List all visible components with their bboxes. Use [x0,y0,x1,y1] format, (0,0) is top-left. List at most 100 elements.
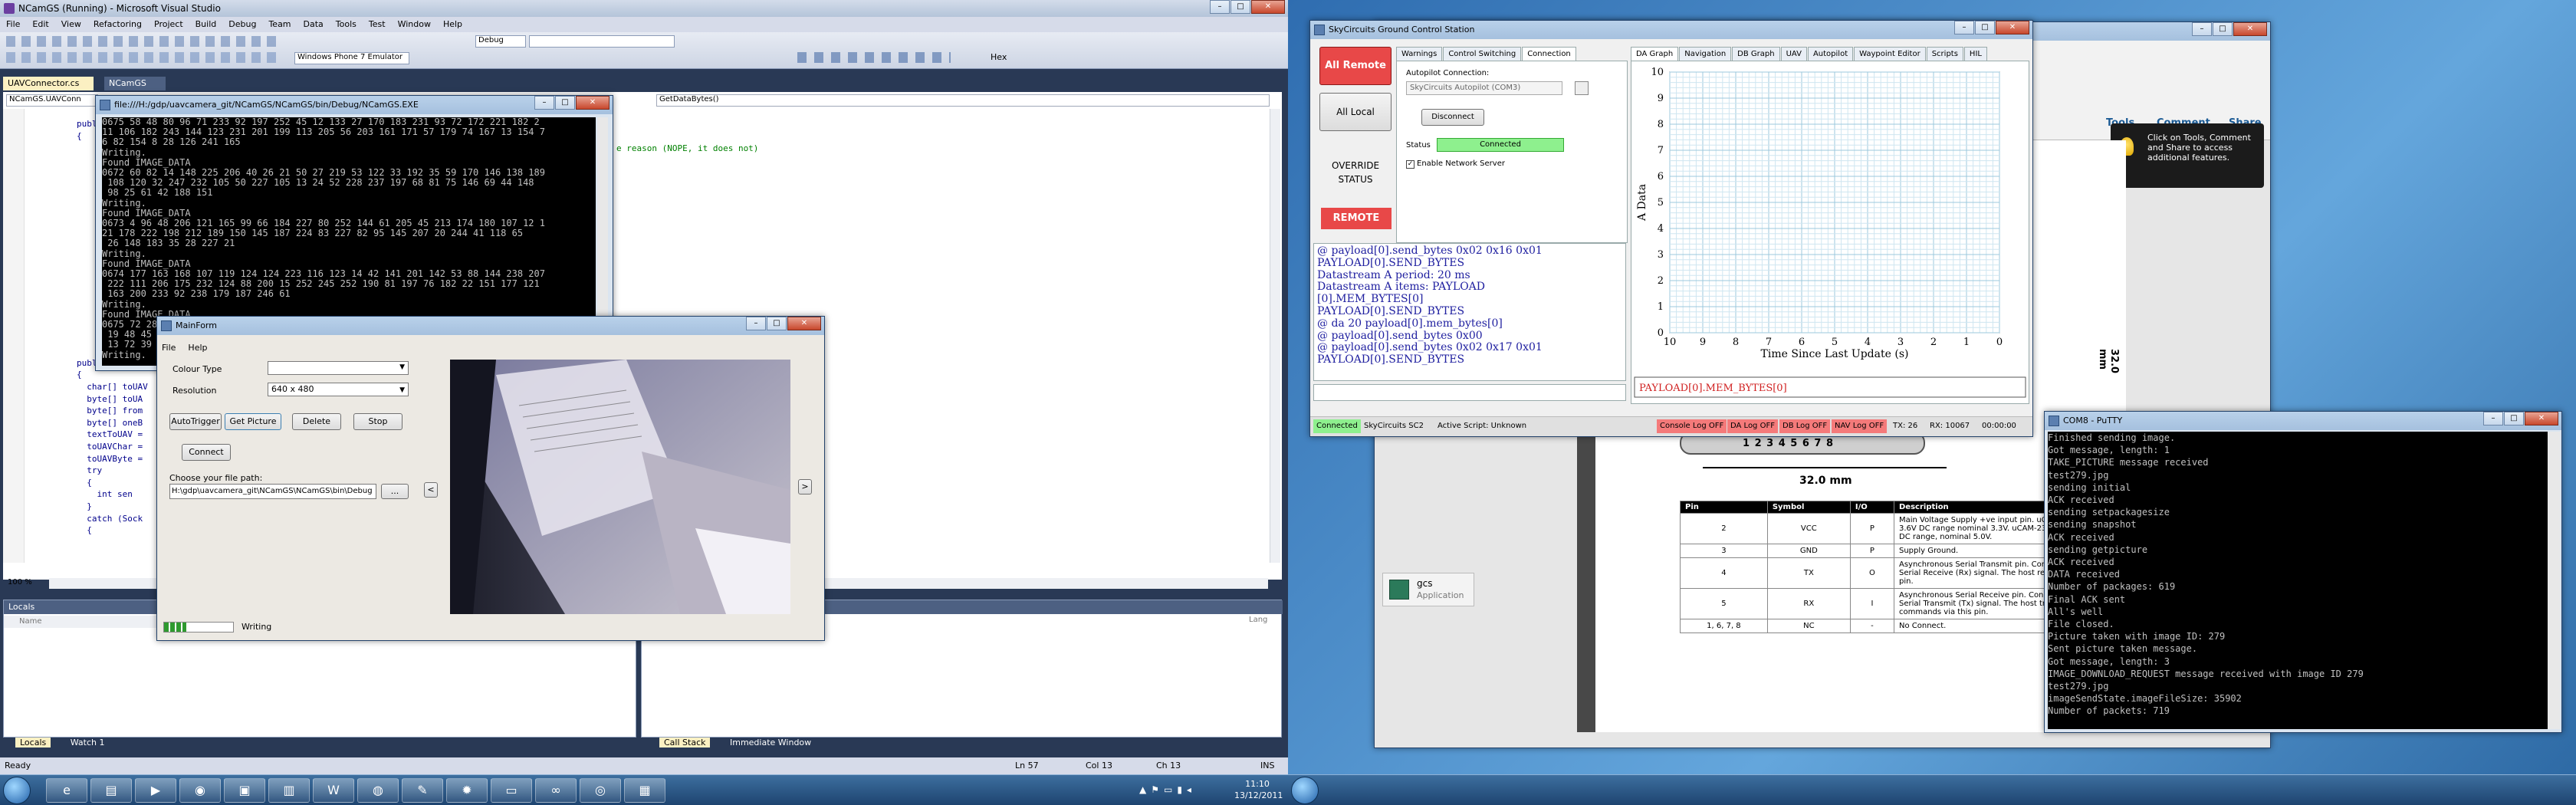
clock[interactable]: 11:10 13/12/2011 [1234,778,1283,801]
app-icon[interactable]: ◎ [580,778,621,803]
next-image-button[interactable]: > [798,479,812,495]
mainform-close-button[interactable]: ✕ [787,317,821,330]
start-button-right[interactable] [1291,777,1319,804]
tray-icons[interactable]: ▲⚑▭▮◂ [1139,784,1231,797]
mainform-menu-file[interactable]: File [162,343,176,353]
da-log-toggle[interactable]: DA Log OFF [1727,419,1778,433]
solution-config-combo[interactable]: Debug [475,35,526,48]
toolbar-icons-row2[interactable] [6,52,282,63]
pdf-maximize-button[interactable]: □ [2213,22,2233,36]
tab-uavconnector[interactable]: UAVConnector.cs [3,77,94,90]
ie-icon[interactable]: e [46,778,87,803]
tab-call-stack[interactable]: Call Stack [659,738,711,748]
gcs-command-input[interactable] [1313,384,1626,401]
mainform-maximize-button[interactable]: □ [767,317,787,330]
prev-image-button[interactable]: < [424,482,438,498]
menu-help[interactable]: Help [443,19,462,29]
tab-connection[interactable]: Connection [1522,47,1576,61]
menu-build[interactable]: Build [196,19,217,29]
putty-maximize-button[interactable]: □ [2504,412,2524,426]
find-combo[interactable] [529,35,675,48]
pdf-close-button[interactable]: ✕ [2233,22,2267,36]
menu-test[interactable]: Test [369,19,386,29]
disconnect-button[interactable]: Disconnect [1421,109,1484,126]
folder-icon[interactable]: ▭ [491,778,532,803]
pdf-minimize-button[interactable]: – [2192,22,2212,36]
putty-scrollbar[interactable] [2548,432,2560,729]
menu-tools[interactable]: Tools [336,19,356,29]
editor-vscrollbar[interactable] [1270,109,1280,563]
console-maximize-button[interactable]: □ [555,96,575,110]
word-icon[interactable]: W [313,778,354,803]
tab-immediate[interactable]: Immediate Window [725,738,816,748]
tab-locals[interactable]: Locals [15,738,51,748]
nav-log-toggle[interactable]: NAV Log OFF [1832,419,1888,433]
autotrigger-button[interactable]: AutoTrigger [169,413,222,430]
vs-titlebar[interactable]: NCamGS (Running) - Microsoft Visual Stud… [0,0,1288,17]
firefox-icon[interactable]: ◉ [179,778,221,803]
tab-uav[interactable]: UAV [1780,47,1807,61]
menu-project[interactable]: Project [154,19,183,29]
menu-window[interactable]: Window [398,19,431,29]
debug-toolbar-icons[interactable] [797,52,951,63]
media-player-icon[interactable]: ▶ [135,778,176,803]
menu-file[interactable]: File [6,19,20,29]
enable-server-checkbox[interactable]: ✓ Enable Network Server [1406,159,1505,169]
console-titlebar[interactable]: file:///H:/gdp/uavcamera_git/NCamGS/NCam… [96,96,613,114]
pdf-icon[interactable]: ▥ [268,778,310,803]
delete-button[interactable]: Delete [292,413,341,430]
tab-ncamgs[interactable]: NCamGS [104,77,166,90]
resolution-select[interactable]: 640 x 480 ▼ [268,383,409,396]
lang-col-header[interactable]: Lang [1249,616,1267,624]
connect-button[interactable]: Connect [182,444,231,461]
all-local-button[interactable]: All Local [1319,93,1392,131]
minimize-button[interactable]: – [1210,0,1230,14]
putty-taskbar-icon[interactable]: ▦ [624,778,665,803]
member-combo[interactable]: GetDataBytes() [656,94,1270,107]
start-button[interactable] [3,777,31,804]
browse-button[interactable]: ... [381,484,409,499]
putty-close-button[interactable]: ✕ [2525,412,2558,426]
putty-terminal[interactable]: Finished sending image. Got message, leng… [2048,432,2548,729]
gcs-minimize-button[interactable]: – [1954,21,1974,34]
tab-warnings[interactable]: Warnings [1396,47,1443,61]
putty-minimize-button[interactable]: – [2483,412,2503,426]
gear-icon[interactable]: ✹ [446,778,488,803]
visual-studio-icon[interactable]: ∞ [535,778,577,803]
mainform-menu-help[interactable]: Help [188,343,207,353]
menu-view[interactable]: View [61,19,81,29]
menu-refactoring[interactable]: Refactoring [94,19,142,29]
stop-button[interactable]: Stop [353,413,402,430]
tab-navigation[interactable]: Navigation [1679,47,1732,61]
tab-control-switching[interactable]: Control Switching [1443,47,1522,61]
get-picture-button[interactable]: Get Picture [225,413,281,430]
menu-data[interactable]: Data [304,19,324,29]
hex-button[interactable]: Hex [991,52,1007,62]
zoom-level[interactable]: 100 % [8,578,32,586]
colour-type-select[interactable]: ▼ [268,361,409,375]
file-path-input[interactable]: H:\gdp\uavcamera_git\NCamGS\NCamGS\bin\D… [169,484,376,499]
gcs-close-button[interactable]: ✕ [1996,21,2029,34]
console-close-button[interactable]: ✕ [576,96,610,110]
all-remote-button[interactable]: All Remote [1319,47,1392,85]
autopilot-select[interactable]: SkyCircuits Autopilot (COM3) [1406,81,1562,95]
class-combo[interactable]: NCamGS.UAVConn [6,94,98,107]
globe-icon[interactable]: ◍ [357,778,399,803]
console-minimize-button[interactable]: – [534,96,554,110]
autopilot-config-icon[interactable] [1575,81,1589,95]
tab-autopilot[interactable]: Autopilot [1807,47,1854,61]
taskbar-thumbnail[interactable]: gcs Application [1382,573,1474,606]
tab-scripts[interactable]: Scripts [1926,47,1963,61]
db-log-toggle[interactable]: DB Log OFF [1779,419,1831,433]
mainform-minimize-button[interactable]: – [746,317,766,330]
console-log-toggle[interactable]: Console Log OFF [1657,419,1727,433]
menu-team[interactable]: Team [268,19,291,29]
tab-db-graph[interactable]: DB Graph [1732,47,1780,61]
paint-icon[interactable]: ✎ [402,778,443,803]
maximize-button[interactable]: □ [1230,0,1250,14]
menu-edit[interactable]: Edit [32,19,48,29]
mainform-titlebar[interactable]: MainForm – □ ✕ [157,317,824,335]
tab-da-graph[interactable]: DA Graph [1631,47,1679,61]
menu-debug[interactable]: Debug [228,19,256,29]
gcs-maximize-button[interactable]: □ [1975,21,1995,34]
